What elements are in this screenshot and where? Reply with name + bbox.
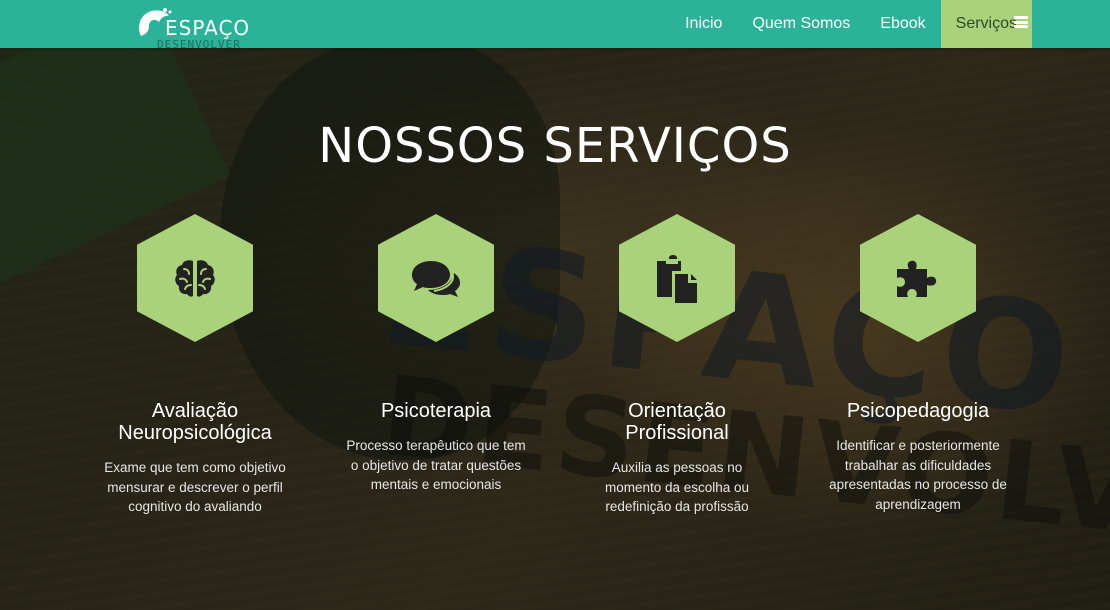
nav-item-inicio[interactable]: Inicio [670, 0, 737, 48]
service-icon-badge[interactable] [619, 214, 735, 342]
service-card: Psicoterapia Processo terapêutico que te… [336, 214, 536, 495]
service-card: Avaliação Neuropsicológica Exame que tem… [95, 214, 295, 517]
service-icon-badge[interactable] [137, 214, 253, 342]
service-icon-badge[interactable] [378, 214, 494, 342]
nav-item-quem-somos[interactable]: Quem Somos [737, 0, 865, 48]
service-title: Psicoterapia [380, 400, 492, 422]
service-card: Orientação Profissional Auxilia as pesso… [577, 214, 777, 517]
service-title: Orientação Profissional [625, 400, 729, 444]
logo-subtitle: DESENVOLVER [157, 38, 241, 51]
service-description: Identificar e posteriormente trabalhar a… [829, 438, 1007, 512]
service-card: Psicopedagogia Identificar e posteriorme… [818, 214, 1018, 514]
navbar: ESPAÇO DESENVOLVER Inicio Quem Somos Ebo… [0, 0, 1110, 51]
service-title: Avaliação Neuropsicológica [118, 400, 272, 444]
services-section: Avaliação Neuropsicológica Exame que tem… [0, 0, 1110, 610]
hamburger-icon[interactable] [1012, 14, 1030, 32]
service-title: Psicopedagogia [846, 400, 990, 422]
puzzle-icon [897, 260, 937, 297]
brain-icon [175, 260, 215, 297]
logo-title: ESPAÇO [165, 16, 251, 40]
nav-item-ebook[interactable]: Ebook [865, 0, 940, 48]
service-icon-badge[interactable] [860, 214, 976, 342]
logo[interactable]: ESPAÇO DESENVOLVER [135, 4, 255, 51]
chat-bubbles-icon [412, 261, 460, 297]
service-description: Processo terapêutico que tem o objetivo … [346, 438, 526, 492]
clipboard-icon [657, 255, 697, 303]
service-description: Exame que tem como objetivo mensurar e d… [104, 460, 286, 514]
service-description: Auxilia as pessoas no momento da escolha… [604, 460, 750, 514]
main-nav: Inicio Quem Somos Ebook Serviços [670, 0, 1032, 48]
